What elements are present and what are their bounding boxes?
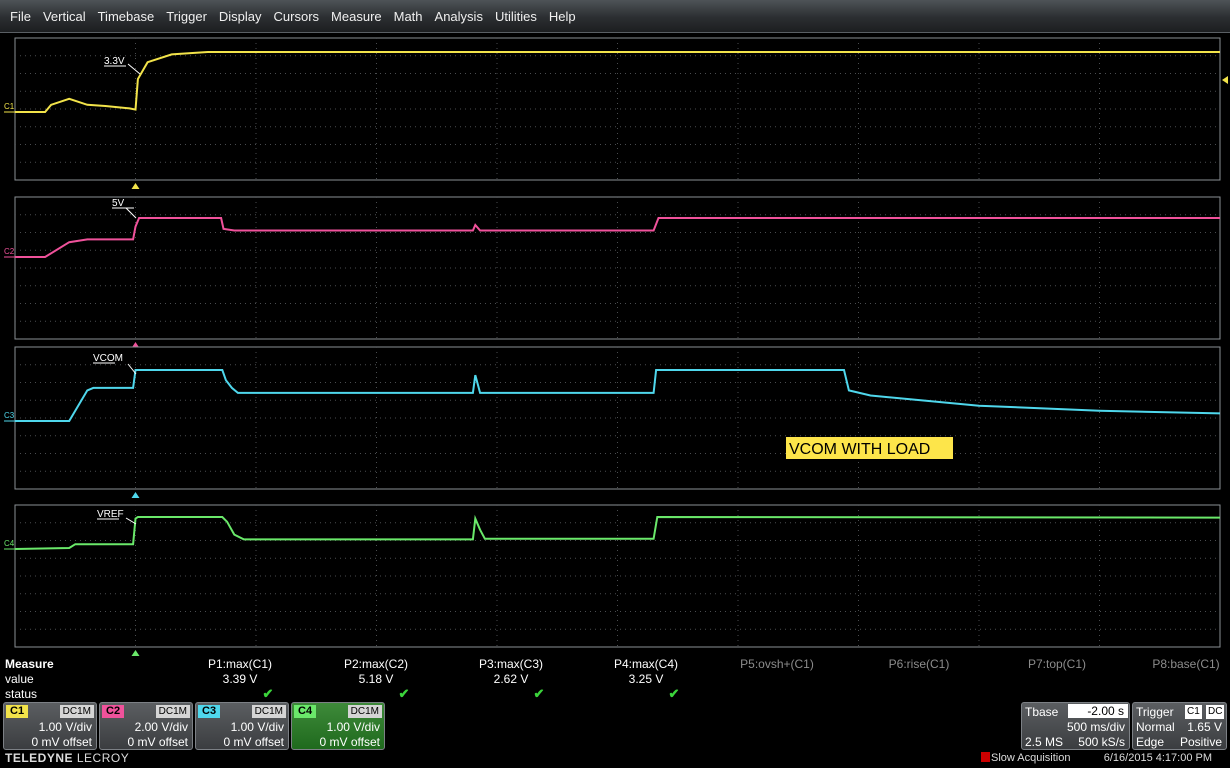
measure-row-value-label: value <box>5 672 34 686</box>
menu-file[interactable]: File <box>4 0 37 33</box>
grid-c1: C1 3.3V <box>4 37 1221 189</box>
channel-offset: 0 mV offset <box>31 735 92 749</box>
channel-tag: C2 <box>102 705 125 718</box>
measure-value-p3: 2.62 V <box>493 672 529 686</box>
status-check-icon: ✔ <box>398 686 410 701</box>
measure-param-name-p5[interactable]: P5:ovsh+(C1) <box>717 657 837 671</box>
trigger-coupling-badge: DC <box>1206 705 1225 719</box>
coupling-badge: DC1M <box>155 705 190 718</box>
marker-label-c4: VREF <box>97 509 124 520</box>
menu-help[interactable]: Help <box>543 0 582 33</box>
channel-descriptor-c2[interactable]: C2 DC1M 2.00 V/div 0 mV offset <box>99 702 193 750</box>
measure-param-name-p1[interactable]: P1:max(C1) <box>180 657 300 671</box>
channel-descriptor-bar: C1 DC1M 1.00 V/div 0 mV offset C2 DC1M 2.00 V/… <box>0 702 1230 750</box>
annotation-text: VCOM WITH LOAD <box>789 441 930 458</box>
channel-label-c1: C1 <box>4 102 15 111</box>
channel-tag: C4 <box>294 705 317 718</box>
time-per-div: 500 ms/div <box>1066 720 1125 734</box>
sample-count: 2.5 MS <box>1025 735 1064 749</box>
sample-rate: 500 kS/s <box>1078 735 1125 749</box>
timebase-descriptor[interactable]: Tbase -2.00 s 500 ms/div 2.5 MS 500 kS/s <box>1021 702 1130 750</box>
coupling-badge: DC1M <box>347 705 382 718</box>
menu-measure[interactable]: Measure <box>325 0 388 33</box>
grid-c2: C2 5V <box>4 196 1221 348</box>
marker-label-c2: 5V <box>112 198 125 209</box>
channel-label-c4: C4 <box>4 539 15 548</box>
measure-title: Measure <box>5 657 54 671</box>
channel-tag: C3 <box>198 705 221 718</box>
trigger-slope: Positive <box>1179 735 1222 749</box>
status-check-icon: ✔ <box>533 686 545 701</box>
channel-descriptor-c3[interactable]: C3 DC1M 1.00 V/div 0 mV offset <box>195 702 289 750</box>
trigger-type: Edge <box>1136 735 1165 749</box>
status-footer: TELEDYNE LECROY Slow Acquisition 6/16/20… <box>0 750 1230 768</box>
measure-value-p2: 5.18 V <box>358 672 394 686</box>
volts-per-div: 2.00 V/div <box>134 720 188 734</box>
timebase-delay: -2.00 s <box>1068 704 1128 718</box>
measure-row-status-label: status <box>5 687 38 701</box>
trigger-label: Trigger <box>1136 705 1174 719</box>
measure-value-p1: 3.39 V <box>222 672 258 686</box>
trigger-level-icon <box>1222 76 1228 84</box>
menu-vertical[interactable]: Vertical <box>37 0 92 33</box>
channel-label-c3: C3 <box>4 411 15 420</box>
measure-panel: Measure value status P1:max(C1) 3.39 V ✔ P2… <box>0 656 1230 702</box>
timestamp: 6/16/2015 4:17:00 PM <box>1103 752 1212 764</box>
grid-c3: C3 VCOM <box>4 346 1221 498</box>
annotation-vcom-with-load: VCOM WITH LOAD <box>786 437 953 459</box>
channel-label-c2: C2 <box>4 247 15 256</box>
coupling-badge: DC1M <box>59 705 94 718</box>
trigger-descriptor[interactable]: Trigger C1 DC Normal 1.65 V Edge Positive <box>1132 702 1227 750</box>
channel-offset: 0 mV offset <box>319 735 380 749</box>
trigger-source-badge: C1 <box>1185 705 1202 719</box>
volts-per-div: 1.00 V/div <box>326 720 380 734</box>
menu-utilities[interactable]: Utilities <box>489 0 543 33</box>
waveform-display: C1 3.3V C2 5V C3 VCOM C4 VREF VCOM WITH LOAD <box>4 37 1228 656</box>
measure-param-name-p3[interactable]: P3:max(C3) <box>451 657 571 671</box>
menu-trigger[interactable]: Trigger <box>160 0 213 33</box>
trigger-position-icon <box>131 492 140 498</box>
measure-value-p4: 3.25 V <box>628 672 664 686</box>
brand-logo: TELEDYNE LECROY <box>5 751 130 765</box>
status-check-icon: ✔ <box>668 686 680 701</box>
menu-cursors[interactable]: Cursors <box>268 0 326 33</box>
measure-param-name-p7[interactable]: P7:top(C1) <box>997 657 1117 671</box>
channel-descriptor-c4[interactable]: C4 DC1M 1.00 V/div 0 mV offset <box>291 702 385 750</box>
volts-per-div: 1.00 V/div <box>38 720 92 734</box>
channel-tag: C1 <box>6 705 29 718</box>
status-check-icon: ✔ <box>262 686 274 701</box>
channel-offset: 0 mV offset <box>127 735 188 749</box>
timebase-label: Tbase <box>1025 705 1059 719</box>
menu-math[interactable]: Math <box>388 0 429 33</box>
channel-descriptor-c1[interactable]: C1 DC1M 1.00 V/div 0 mV offset <box>3 702 97 750</box>
measure-param-name-p8[interactable]: P8:base(C1) <box>1126 657 1230 671</box>
menu-timebase[interactable]: Timebase <box>92 0 161 33</box>
coupling-badge: DC1M <box>251 705 286 718</box>
menu-bar: File Vertical Timebase Trigger Display Cursor… <box>0 0 1230 33</box>
menu-analysis[interactable]: Analysis <box>429 0 489 33</box>
measure-param-name-p4[interactable]: P4:max(C4) <box>586 657 706 671</box>
measure-param-name-p6[interactable]: P6:rise(C1) <box>859 657 979 671</box>
acquisition-indicator-icon <box>981 752 990 762</box>
marker-label-c3: VCOM <box>93 353 123 364</box>
marker-label-c1: 3.3V <box>104 56 125 67</box>
trigger-position-icon <box>131 183 140 189</box>
measure-param-name-p2[interactable]: P2:max(C2) <box>316 657 436 671</box>
trigger-level: 1.65 V <box>1187 720 1222 734</box>
menu-display[interactable]: Display <box>213 0 268 33</box>
channel-offset: 0 mV offset <box>223 735 284 749</box>
trigger-mode: Normal <box>1136 720 1175 734</box>
acquisition-status[interactable]: Slow Acquisition <box>981 752 1071 764</box>
grid-c4: C4 VREF <box>4 504 1221 656</box>
volts-per-div: 1.00 V/div <box>230 720 284 734</box>
